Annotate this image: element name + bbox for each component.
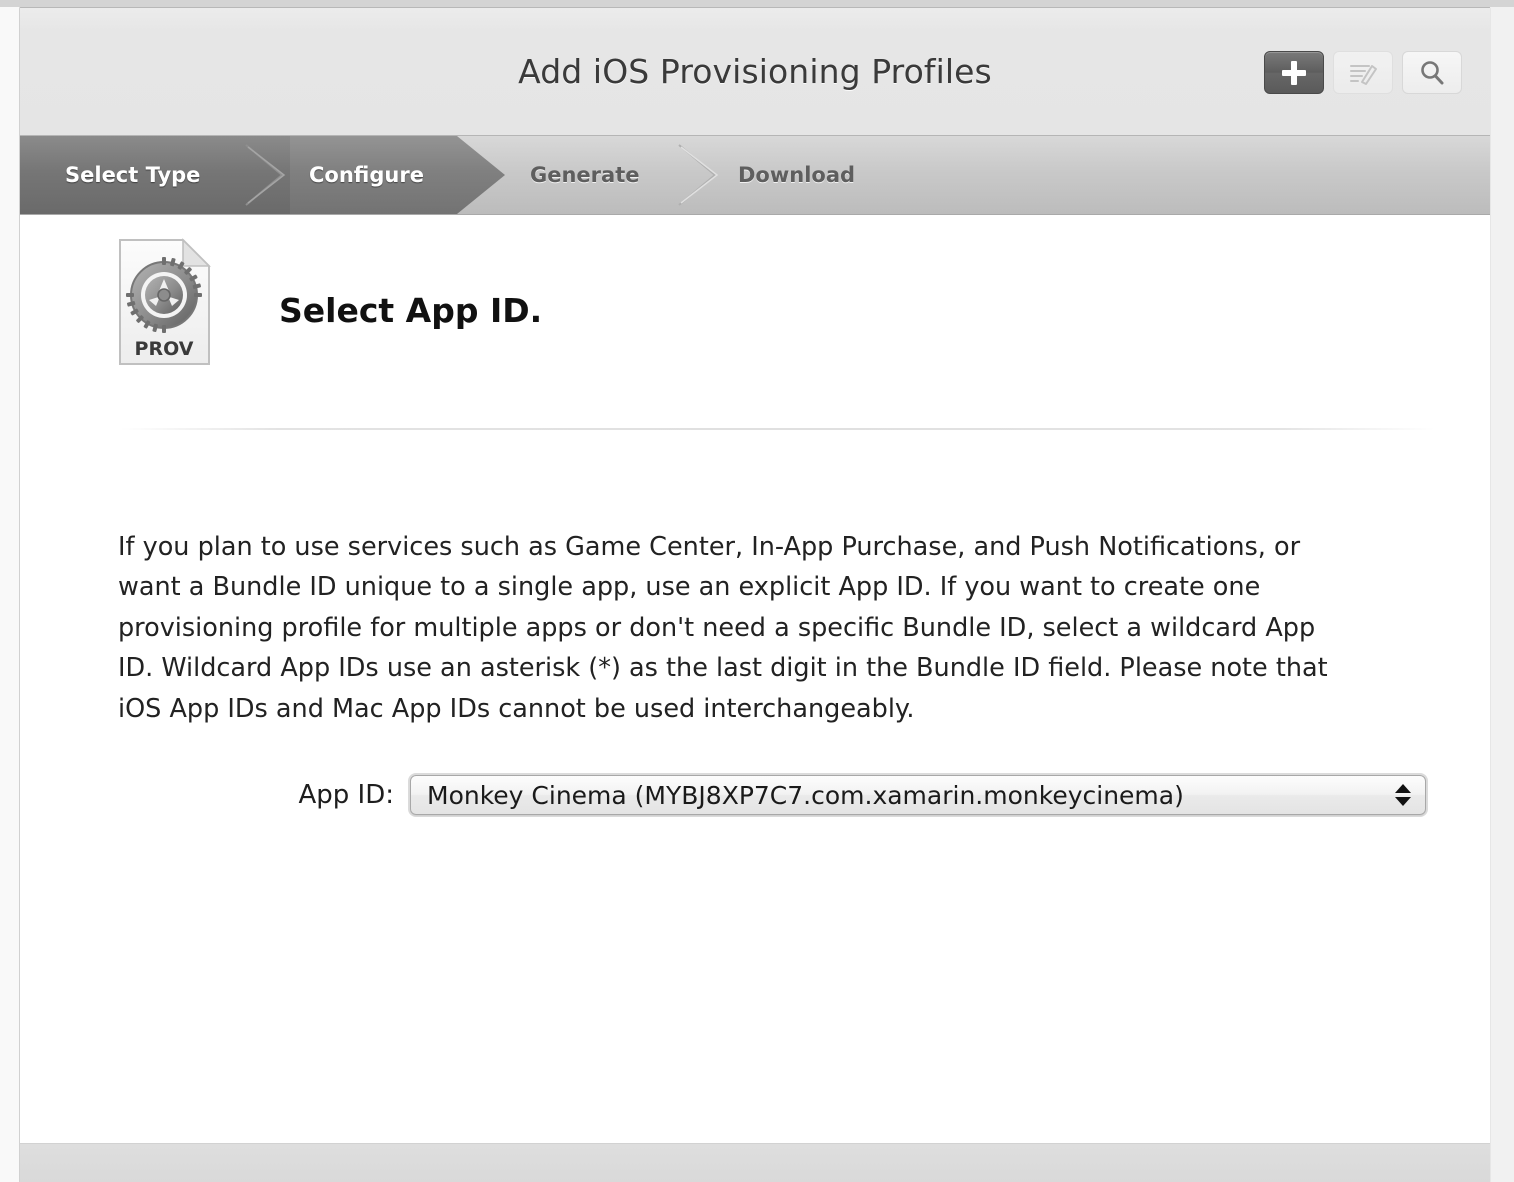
step-label-generate: Generate: [530, 163, 640, 187]
app-id-label: App ID:: [298, 780, 394, 810]
chevron-up-icon: [1395, 784, 1411, 793]
step-select-type[interactable]: Select Type: [20, 136, 290, 214]
app-id-select[interactable]: Monkey Cinema (MYBJ8XP7C7.com.xamarin.mo…: [410, 775, 1426, 815]
add-button[interactable]: [1264, 51, 1324, 94]
content-header: PROV Select App ID.: [20, 237, 542, 367]
step-label-configure: Configure: [309, 163, 424, 187]
desktop-top-strip: [0, 0, 1514, 8]
chevron-updown-icon[interactable]: [1395, 784, 1411, 806]
toolbar: [1264, 51, 1462, 94]
step-label-select-type: Select Type: [65, 163, 201, 187]
edit-button[interactable]: [1333, 51, 1393, 94]
desktop-left-strip: [0, 7, 20, 1182]
app-id-selected-value: Monkey Cinema (MYBJ8XP7C7.com.xamarin.mo…: [427, 780, 1184, 810]
provisioning-profiles-window: Add iOS Provisioning Profiles Download G…: [20, 8, 1490, 1182]
step-generate[interactable]: Generate: [505, 136, 805, 214]
window-footer: [20, 1143, 1490, 1182]
app-id-field-row: App ID: Monkey Cinema (MYBJ8XP7C7.com.xa…: [20, 775, 1426, 815]
plus-icon: [1282, 60, 1306, 85]
wizard-content-pane: PROV Select App ID. If you plan to use s…: [20, 215, 1490, 1143]
search-button[interactable]: [1402, 51, 1462, 94]
window-titlebar: Add iOS Provisioning Profiles: [20, 8, 1490, 136]
prov-icon-caption: PROV: [135, 338, 194, 360]
prov-document-icon: PROV: [117, 237, 213, 367]
section-heading: Select App ID.: [279, 291, 543, 330]
chevron-down-icon: [1395, 797, 1411, 806]
wizard-step-breadcrumb: Download Generate Configure Select Type: [20, 136, 1490, 215]
edit-pencil-icon: [1350, 64, 1377, 85]
desktop-right-strip: [1490, 7, 1514, 1182]
section-divider: [120, 428, 1435, 430]
body-description: If you plan to use services such as Game…: [118, 531, 1328, 724]
search-magnifier-icon: [1421, 60, 1444, 84]
